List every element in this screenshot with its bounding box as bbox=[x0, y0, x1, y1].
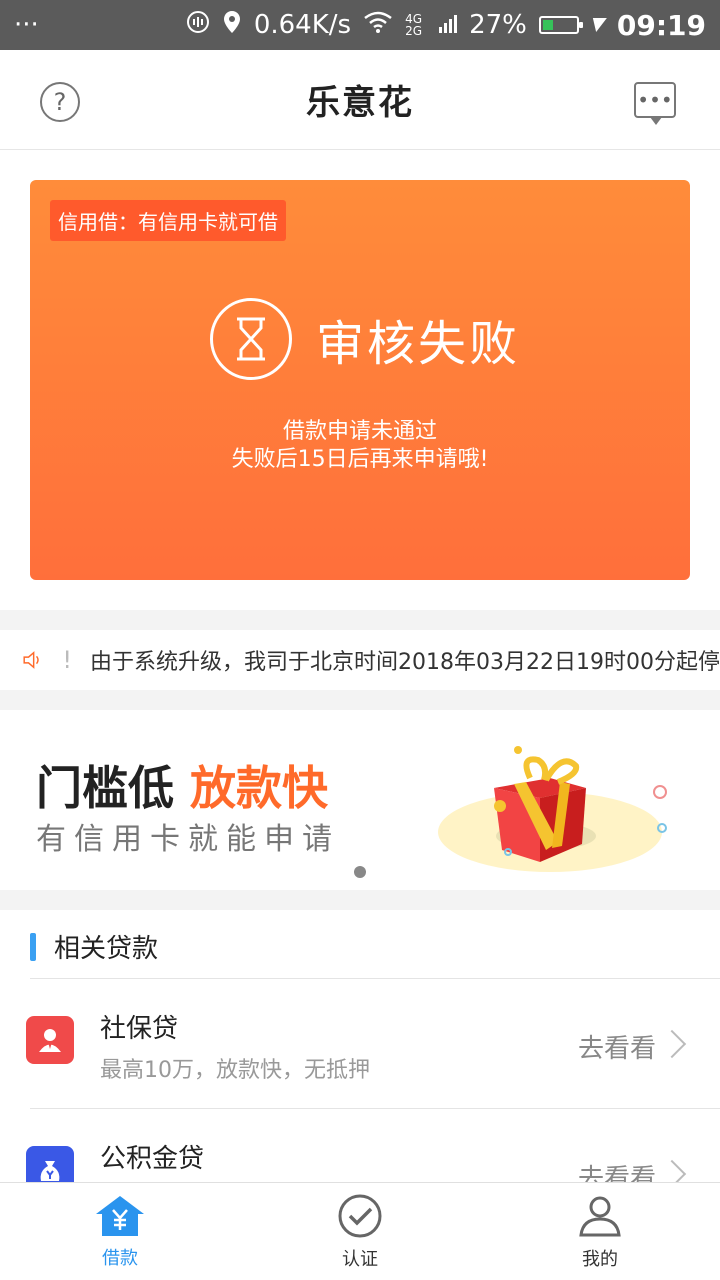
signal-icon bbox=[439, 10, 458, 40]
loan-description: 最高10万，放款快，无抵押 bbox=[100, 1058, 370, 1083]
loan-name: 社保贷 bbox=[100, 1014, 179, 1044]
battery-percent: 27% bbox=[469, 10, 527, 40]
check-circle-icon bbox=[338, 1194, 382, 1237]
question-icon: ? bbox=[53, 88, 67, 116]
charging-icon bbox=[588, 18, 607, 32]
help-button[interactable]: ? bbox=[40, 82, 80, 122]
section-title: 相关贷款 bbox=[54, 934, 159, 964]
gift-box-icon bbox=[438, 746, 667, 872]
section-header: 相关贷款 bbox=[30, 928, 158, 965]
carousel-indicator[interactable] bbox=[354, 866, 366, 878]
chat-icon: ••• bbox=[637, 88, 673, 112]
vibrate-icon bbox=[186, 10, 210, 41]
alert-icon: ! bbox=[62, 646, 73, 674]
battery-icon bbox=[538, 16, 583, 34]
promo-banner[interactable]: 门槛低 放款快 有信用卡就能申请 bbox=[0, 710, 720, 890]
page-title: 乐意花 bbox=[306, 83, 414, 123]
bottom-nav: 借款 认证 我的 bbox=[0, 1182, 720, 1280]
status-card: 信用借：有信用卡就可借 审核失败 借款申请未通过 失败后15日后再来申请哦! bbox=[30, 180, 690, 580]
message-button[interactable]: ••• bbox=[634, 82, 676, 125]
nav-label-verify: 认证 bbox=[342, 1248, 378, 1270]
nav-label-loan: 借款 bbox=[102, 1247, 138, 1269]
card-tag: 信用借：有信用卡就可借 bbox=[50, 200, 286, 241]
chevron-right-icon bbox=[657, 1029, 687, 1059]
cellular-network: 4G 2G bbox=[405, 12, 422, 38]
person-icon bbox=[26, 1016, 74, 1064]
banner-title-accent: 放款快 bbox=[190, 761, 328, 815]
nav-item-loan[interactable]: 借款 bbox=[0, 1183, 240, 1280]
wifi-icon bbox=[363, 10, 393, 40]
view-button[interactable]: 去看看 bbox=[578, 1028, 656, 1065]
user-icon bbox=[579, 1196, 621, 1236]
chevron-right-icon bbox=[657, 1159, 687, 1182]
hourglass-icon bbox=[210, 298, 292, 380]
description-line-1: 借款申请未通过 bbox=[282, 419, 437, 444]
location-icon bbox=[222, 10, 242, 41]
description-line-2: 失败后15日后再来申请哦! bbox=[231, 447, 489, 472]
nav-item-mine[interactable]: 我的 bbox=[480, 1183, 720, 1280]
loan-name: 公积金贷 bbox=[100, 1144, 205, 1174]
speaker-icon bbox=[23, 651, 39, 669]
view-button[interactable]: 去看看 bbox=[578, 1158, 656, 1182]
status-dots: ··· bbox=[14, 10, 39, 40]
status-time: 09:19 bbox=[616, 8, 706, 42]
status-description: 借款申请未通过 失败后15日后再来申请哦! bbox=[30, 418, 690, 474]
section-accent-bar bbox=[30, 932, 36, 961]
status-row: 审核失败 bbox=[210, 298, 520, 380]
status-card-section: 信用借：有信用卡就可借 审核失败 借款申请未通过 失败后15日后再来申请哦! bbox=[0, 150, 720, 610]
review-status: 审核失败 bbox=[316, 316, 521, 372]
notice-text: 由于系统升级，我司于北京时间2018年03月22日19时00分起停 bbox=[90, 650, 720, 675]
loan-item-social-security[interactable]: 社保贷 最高10万，放款快，无抵押 去看看 bbox=[0, 980, 720, 1110]
loan-item-housing-fund[interactable]: 公积金贷 去看看 bbox=[0, 1110, 720, 1182]
banner-title-main: 门槛低 bbox=[36, 761, 174, 815]
related-loans: 相关贷款 社保贷 最高10万，放款快，无抵押 去看看 公积金贷 去看看 bbox=[0, 910, 720, 1182]
money-bag-icon bbox=[26, 1146, 74, 1182]
app-header: ? 乐意花 ••• bbox=[0, 50, 720, 150]
home-yuan-icon bbox=[96, 1195, 144, 1236]
nav-item-verify[interactable]: 认证 bbox=[240, 1183, 480, 1280]
notice-bar[interactable]: ! 由于系统升级，我司于北京时间2018年03月22日19时00分起停 bbox=[0, 630, 720, 690]
divider bbox=[30, 1108, 720, 1109]
banner-subtitle: 有信用卡就能申请 bbox=[36, 822, 340, 857]
banner-title: 门槛低 放款快 bbox=[36, 752, 328, 818]
status-bar: ··· 0.64K/s 4G 2G 27% 09:19 bbox=[0, 0, 720, 50]
nav-label-mine: 我的 bbox=[582, 1248, 618, 1270]
divider bbox=[30, 978, 720, 979]
network-speed: 0.64K/s bbox=[253, 10, 352, 40]
